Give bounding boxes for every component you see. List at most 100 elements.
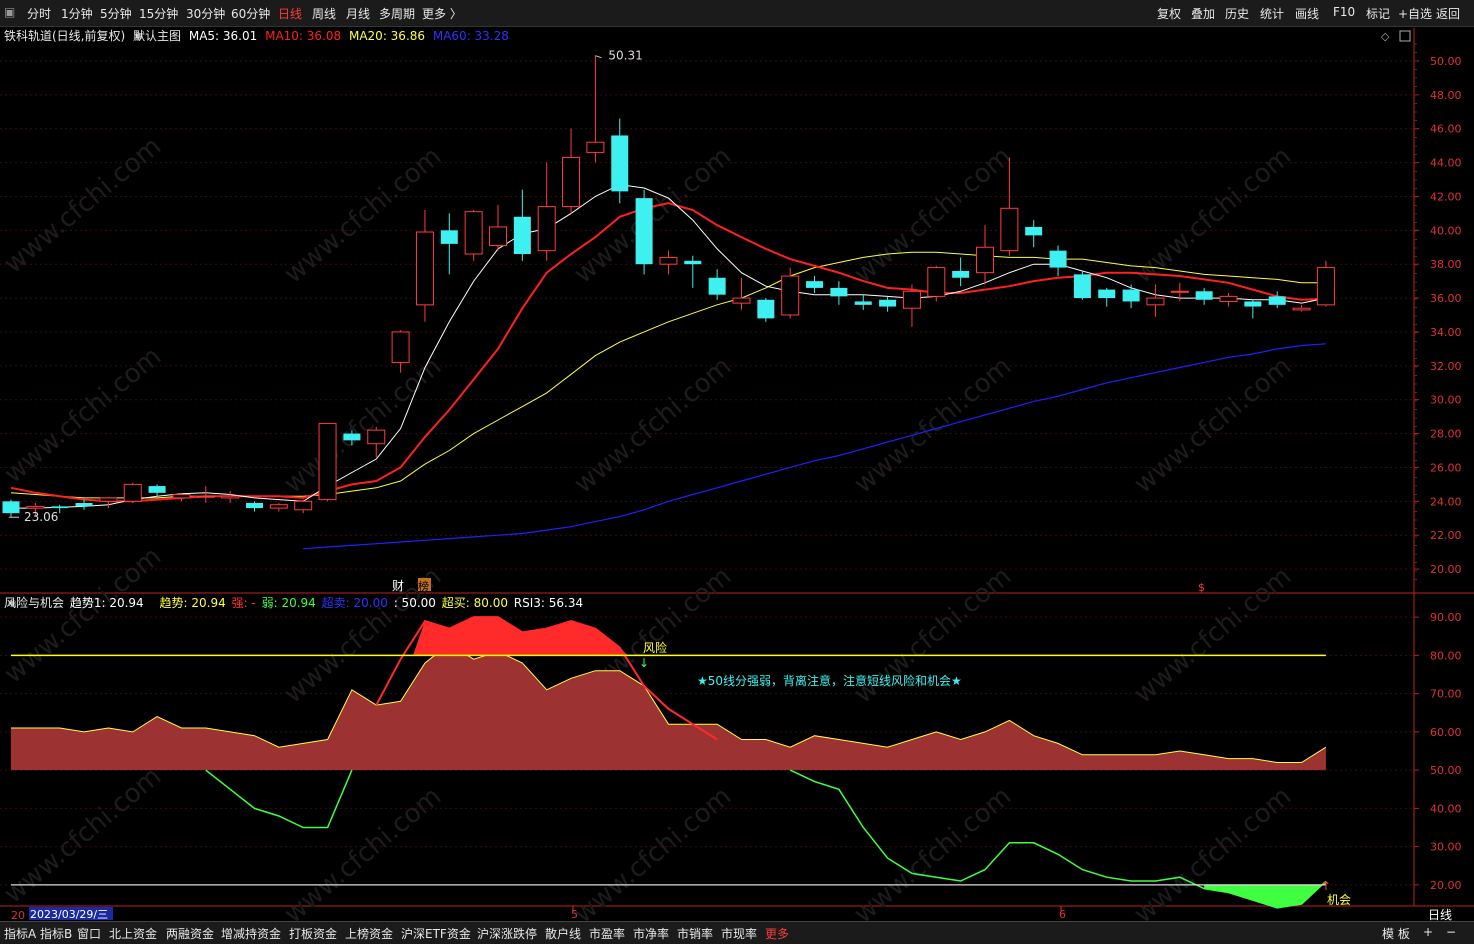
candle-body[interactable] xyxy=(854,301,872,305)
candle-body[interactable] xyxy=(221,495,240,499)
candle-body[interactable] xyxy=(2,501,20,514)
candle-body[interactable] xyxy=(391,331,410,363)
price-tick-label: 26.00 xyxy=(1430,461,1462,474)
candle-body[interactable] xyxy=(611,135,629,192)
price-tick-label: 44.00 xyxy=(1430,157,1462,170)
candle-body[interactable] xyxy=(562,156,581,208)
indicator-tab-4[interactable]: 两融资金 xyxy=(166,925,214,942)
candle-body[interactable] xyxy=(148,486,166,493)
indicator-tab-5[interactable]: 增减持资金 xyxy=(221,925,281,942)
stock-name[interactable]: 铁科轨道(日线,前复权) xyxy=(4,29,125,43)
indicator-tab-0[interactable]: 指标A xyxy=(4,925,36,942)
candle-body[interactable] xyxy=(586,141,605,153)
candle-body[interactable] xyxy=(537,206,556,252)
price-tick-label: 38.00 xyxy=(1430,258,1462,271)
candle-body[interactable] xyxy=(1268,296,1286,305)
candle-body[interactable] xyxy=(1122,289,1140,302)
chance-arrow-icon: ↑ xyxy=(1321,879,1331,893)
indicator-tab-8[interactable]: 沪深ETF资金 xyxy=(401,925,471,942)
overbought-value: 超买: 80.00 xyxy=(441,596,508,610)
main-chart-legend: 铁科轨道(日线,前复权) 默认主图 MA5: 36.01 MA10: 36.08… xyxy=(4,27,513,43)
candle-body[interactable] xyxy=(123,483,142,502)
candle-body[interactable] xyxy=(757,299,775,319)
indicator-tab-9[interactable]: 沪深涨跌停 xyxy=(477,925,537,942)
indicator-tick-label: 50.00 xyxy=(1430,764,1462,777)
price-tick-label: 48.00 xyxy=(1430,89,1462,102)
strong-value: 强: - xyxy=(231,596,256,610)
indicator-legend: 风险与机会 趋势1: 20.94 趋势: 20.94 强: - 弱: 20.94… xyxy=(4,594,585,610)
indicator-tick-label: 20.00 xyxy=(1430,879,1462,892)
candle-body[interactable] xyxy=(1195,291,1213,300)
candle-body[interactable] xyxy=(902,290,921,309)
indicator-tab-11[interactable]: 市盈率 xyxy=(589,925,625,942)
indicator-tab-13[interactable]: 市销率 xyxy=(677,925,713,942)
indicator-tab-12[interactable]: 市净率 xyxy=(633,925,669,942)
candle-body[interactable] xyxy=(1244,301,1262,307)
candle-body[interactable] xyxy=(927,267,946,297)
weak-value: 弱: 20.94 xyxy=(261,596,316,610)
indicator-tab-6[interactable]: 打板资金 xyxy=(289,925,337,942)
statusbar-right-0[interactable]: 模 板 xyxy=(1382,925,1410,942)
indicator-tab-10[interactable]: 散户线 xyxy=(545,925,581,942)
statusbar-right-2[interactable]: − xyxy=(1446,925,1456,939)
candle-body[interactable] xyxy=(172,494,191,499)
chance-label: 机会 xyxy=(1327,893,1351,907)
candle-body[interactable] xyxy=(684,260,702,265)
rank-mark: 榜 xyxy=(418,579,429,593)
candle-body[interactable] xyxy=(1292,307,1311,311)
candle-body[interactable] xyxy=(415,231,434,306)
candle-body[interactable] xyxy=(708,277,726,295)
candle-body[interactable] xyxy=(1219,295,1238,302)
candle-body[interactable] xyxy=(26,505,45,509)
risk-arrow-icon: ↓ xyxy=(639,656,649,670)
template-label[interactable]: 默认主图 xyxy=(133,29,181,43)
indicator-tab-14[interactable]: 市现率 xyxy=(721,925,757,942)
candle-body[interactable] xyxy=(318,422,337,501)
candle-body[interactable] xyxy=(952,270,970,278)
month-label: 6 xyxy=(1059,908,1066,921)
indicator-tab-1[interactable]: 指标B xyxy=(40,925,72,942)
candle-body[interactable] xyxy=(75,503,93,507)
indicator-tick-label: 60.00 xyxy=(1430,726,1462,739)
candle-body[interactable] xyxy=(806,281,824,288)
candle-body[interactable] xyxy=(1000,207,1019,252)
stock-chart[interactable]: www.cfchi.com www.cfchi.com www.cfchi.com w… xyxy=(0,0,1474,921)
candle-body[interactable] xyxy=(196,495,215,498)
date-cursor-label: 2023/03/29/三 xyxy=(30,908,108,921)
candle-body[interactable] xyxy=(51,506,69,509)
candle-body[interactable] xyxy=(99,497,118,502)
indicator-tab-15[interactable]: 更多 xyxy=(765,925,789,942)
candle-body[interactable] xyxy=(440,230,458,244)
indicator-name[interactable]: 风险与机会 xyxy=(4,596,64,610)
candle-body[interactable] xyxy=(781,275,800,316)
candle-body[interactable] xyxy=(659,256,678,265)
candle-body[interactable] xyxy=(513,216,531,255)
candle-body[interactable] xyxy=(343,433,361,441)
candle-body[interactable] xyxy=(732,297,751,304)
candle-body[interactable] xyxy=(879,299,897,307)
candle-body[interactable] xyxy=(635,198,653,265)
candle-body[interactable] xyxy=(1146,297,1165,306)
candle-body[interactable] xyxy=(489,226,507,247)
candle-body[interactable] xyxy=(246,503,263,509)
candle-body[interactable] xyxy=(830,287,848,297)
statusbar-right-1[interactable]: + xyxy=(1423,925,1433,939)
candle-body[interactable] xyxy=(1025,226,1043,236)
candle-body[interactable] xyxy=(1073,274,1091,299)
price-tick-label: 50.00 xyxy=(1430,55,1462,68)
candle-body[interactable] xyxy=(976,246,994,274)
price-tick-label: 20.00 xyxy=(1430,563,1462,576)
candle-body[interactable] xyxy=(269,504,288,509)
candle-body[interactable] xyxy=(1316,267,1335,306)
candle-body[interactable] xyxy=(367,429,386,445)
candle-body[interactable] xyxy=(464,211,483,255)
candle-body[interactable] xyxy=(1049,250,1067,268)
indicator-tab-3[interactable]: 北上资金 xyxy=(109,925,157,942)
candle-body[interactable] xyxy=(1098,289,1116,299)
date-prefix: 20 xyxy=(11,909,25,921)
candle-body[interactable] xyxy=(1170,290,1189,293)
indicator-tab-7[interactable]: 上榜资金 xyxy=(345,925,393,942)
oversold-value: 超卖: 20.00 xyxy=(321,596,388,610)
candle-body[interactable] xyxy=(294,500,313,511)
indicator-tab-2[interactable]: 窗口 xyxy=(77,925,101,942)
